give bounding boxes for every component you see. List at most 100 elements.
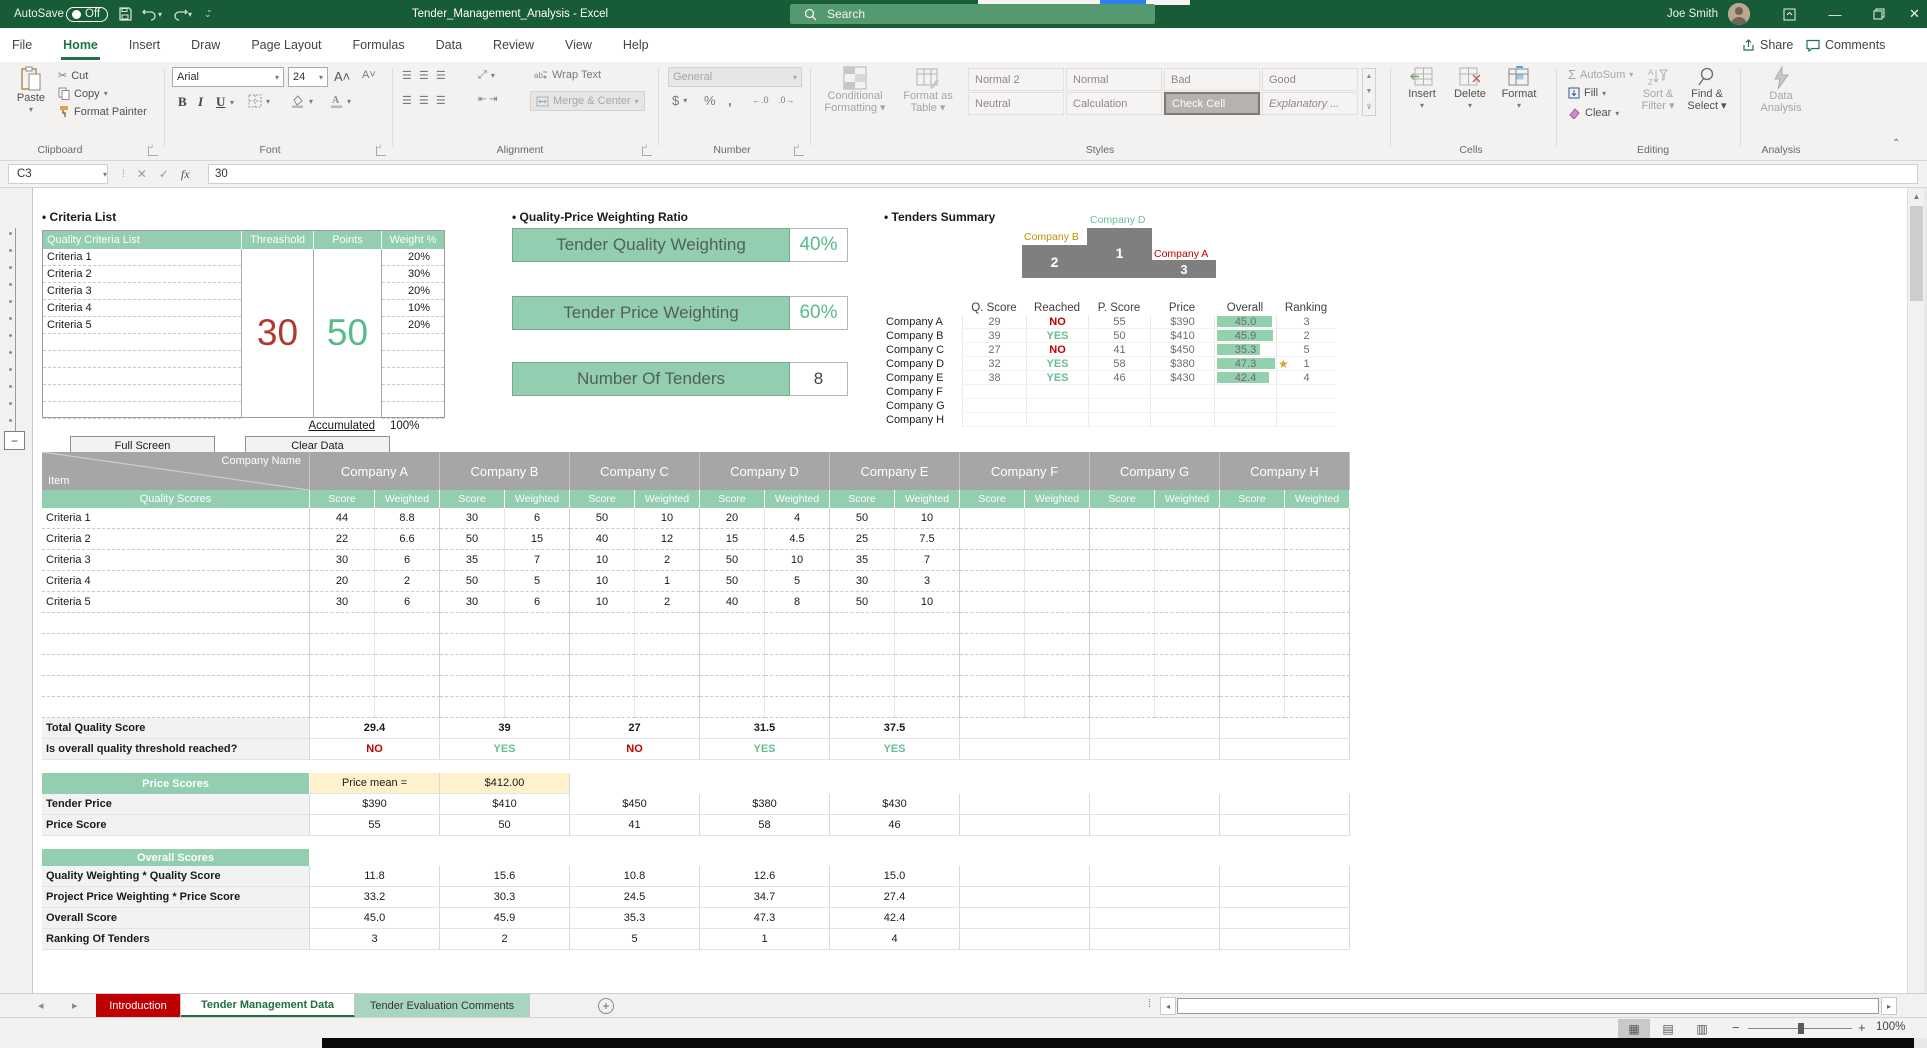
- scroll-left-icon[interactable]: ◂: [1160, 997, 1176, 1015]
- value-cell[interactable]: 47.3: [700, 908, 830, 929]
- decrease-font-icon[interactable]: A˅: [362, 69, 376, 81]
- score-cell[interactable]: [310, 613, 375, 634]
- redo-icon[interactable]: ▾: [172, 0, 192, 28]
- weighted-cell[interactable]: [1155, 592, 1220, 613]
- name-box[interactable]: C3▾: [8, 164, 108, 184]
- score-cell[interactable]: [1090, 571, 1155, 592]
- weighted-cell[interactable]: [895, 613, 960, 634]
- score-cell[interactable]: [310, 676, 375, 697]
- weighted-cell[interactable]: 6: [375, 550, 440, 571]
- weighted-cell[interactable]: 6: [505, 508, 570, 529]
- number-of-tenders-value[interactable]: 8: [790, 362, 848, 396]
- weighted-cell[interactable]: [505, 676, 570, 697]
- summary-price-cell[interactable]: $380: [1150, 357, 1214, 371]
- weighted-cell[interactable]: 12: [635, 529, 700, 550]
- value-cell[interactable]: [1220, 908, 1350, 929]
- value-cell[interactable]: 3: [310, 929, 440, 950]
- comments-button[interactable]: Comments: [1806, 33, 1885, 57]
- value-cell[interactable]: [1090, 929, 1220, 950]
- style-calculation[interactable]: Calculation: [1066, 92, 1162, 115]
- summary-overall-cell[interactable]: [1214, 399, 1276, 413]
- criteria-row-label[interactable]: Criteria 4: [42, 571, 310, 592]
- value-cell[interactable]: 46: [830, 815, 960, 836]
- score-cell[interactable]: 10: [570, 571, 635, 592]
- value-cell[interactable]: [1220, 794, 1350, 815]
- summary-reached-cell[interactable]: YES: [1026, 329, 1088, 343]
- summary-pscore-cell[interactable]: [1088, 413, 1150, 427]
- summary-price-cell[interactable]: [1150, 385, 1214, 399]
- row-label[interactable]: Price Score: [42, 815, 310, 836]
- value-cell[interactable]: 29.4: [310, 718, 440, 739]
- value-cell[interactable]: [1220, 815, 1350, 836]
- weighted-cell[interactable]: [1025, 508, 1090, 529]
- value-cell[interactable]: 24.5: [570, 887, 700, 908]
- score-cell[interactable]: 50: [570, 508, 635, 529]
- font-family-select[interactable]: Arial▾: [172, 67, 284, 87]
- value-cell[interactable]: 33.2: [310, 887, 440, 908]
- weighted-cell[interactable]: [1285, 571, 1350, 592]
- value-cell[interactable]: [960, 866, 1090, 887]
- orientation-icon[interactable]: ⤢▾: [478, 69, 495, 82]
- style-normal[interactable]: Normal: [1066, 68, 1162, 91]
- weighted-cell[interactable]: [505, 613, 570, 634]
- value-cell[interactable]: 45.9: [440, 908, 570, 929]
- criteria-row-label[interactable]: [42, 697, 310, 718]
- weighted-cell[interactable]: 5: [765, 571, 830, 592]
- weighted-cell[interactable]: 10: [765, 550, 830, 571]
- row-label[interactable]: Is overall quality threshold reached?: [42, 739, 310, 760]
- score-cell[interactable]: [960, 676, 1025, 697]
- value-cell[interactable]: 45.0: [310, 908, 440, 929]
- summary-pscore-cell[interactable]: 46: [1088, 371, 1150, 385]
- weighted-cell[interactable]: [1285, 592, 1350, 613]
- score-cell[interactable]: 40: [570, 529, 635, 550]
- weighted-cell[interactable]: [1025, 529, 1090, 550]
- weighted-cell[interactable]: 1: [635, 571, 700, 592]
- share-button[interactable]: Share: [1742, 33, 1793, 57]
- score-cell[interactable]: [1220, 592, 1285, 613]
- summary-reached-cell[interactable]: YES: [1026, 357, 1088, 371]
- accounting-format-icon[interactable]: $▾: [672, 93, 687, 108]
- horizontal-scroll-thumb[interactable]: [1177, 998, 1879, 1014]
- score-cell[interactable]: [1090, 550, 1155, 571]
- row-label[interactable]: Tender Price: [42, 794, 310, 815]
- criteria-name-cell[interactable]: Criteria 3: [43, 283, 241, 300]
- weighted-cell[interactable]: [765, 613, 830, 634]
- spreadsheet-area[interactable]: − • Criteria List Quality Criteria List …: [0, 188, 1927, 993]
- value-cell[interactable]: [1090, 794, 1220, 815]
- autosave-toggle[interactable]: Off: [66, 6, 108, 22]
- summary-qscore-cell[interactable]: 39: [962, 329, 1026, 343]
- score-cell[interactable]: [1220, 571, 1285, 592]
- score-cell[interactable]: [1090, 655, 1155, 676]
- score-cell[interactable]: 10: [570, 592, 635, 613]
- value-cell[interactable]: 12.6: [700, 866, 830, 887]
- score-cell[interactable]: [1220, 676, 1285, 697]
- tab-scroll-right-icon[interactable]: ▸: [72, 999, 78, 1012]
- summary-overall-cell[interactable]: 35.3: [1214, 343, 1276, 357]
- score-cell[interactable]: [960, 634, 1025, 655]
- summary-pscore-cell[interactable]: 50: [1088, 329, 1150, 343]
- weighted-cell[interactable]: [895, 634, 960, 655]
- score-cell[interactable]: 35: [830, 550, 895, 571]
- weighted-cell[interactable]: 4: [765, 508, 830, 529]
- value-cell[interactable]: YES: [700, 739, 830, 760]
- score-cell[interactable]: [440, 613, 505, 634]
- score-cell[interactable]: [1090, 529, 1155, 550]
- fill-color-button[interactable]: ▾: [290, 94, 313, 108]
- value-cell[interactable]: 30.3: [440, 887, 570, 908]
- increase-font-icon[interactable]: A˄: [334, 69, 350, 84]
- underline-dropdown-icon[interactable]: ▾: [230, 98, 234, 107]
- score-cell[interactable]: [830, 634, 895, 655]
- score-cell[interactable]: [700, 634, 765, 655]
- value-cell[interactable]: YES: [440, 739, 570, 760]
- summary-ranking-cell[interactable]: [1276, 385, 1336, 399]
- quick-access-customize-icon[interactable]: ⌄̄: [204, 0, 212, 28]
- value-cell[interactable]: 55: [310, 815, 440, 836]
- value-cell[interactable]: 1: [700, 929, 830, 950]
- score-cell[interactable]: [1090, 592, 1155, 613]
- bold-button[interactable]: B: [178, 94, 187, 110]
- criteria-name-cell[interactable]: [43, 402, 241, 419]
- score-cell[interactable]: 30: [310, 550, 375, 571]
- weighted-cell[interactable]: [765, 655, 830, 676]
- criteria-name-cell[interactable]: Criteria 5: [43, 317, 241, 334]
- summary-qscore-cell[interactable]: [962, 413, 1026, 427]
